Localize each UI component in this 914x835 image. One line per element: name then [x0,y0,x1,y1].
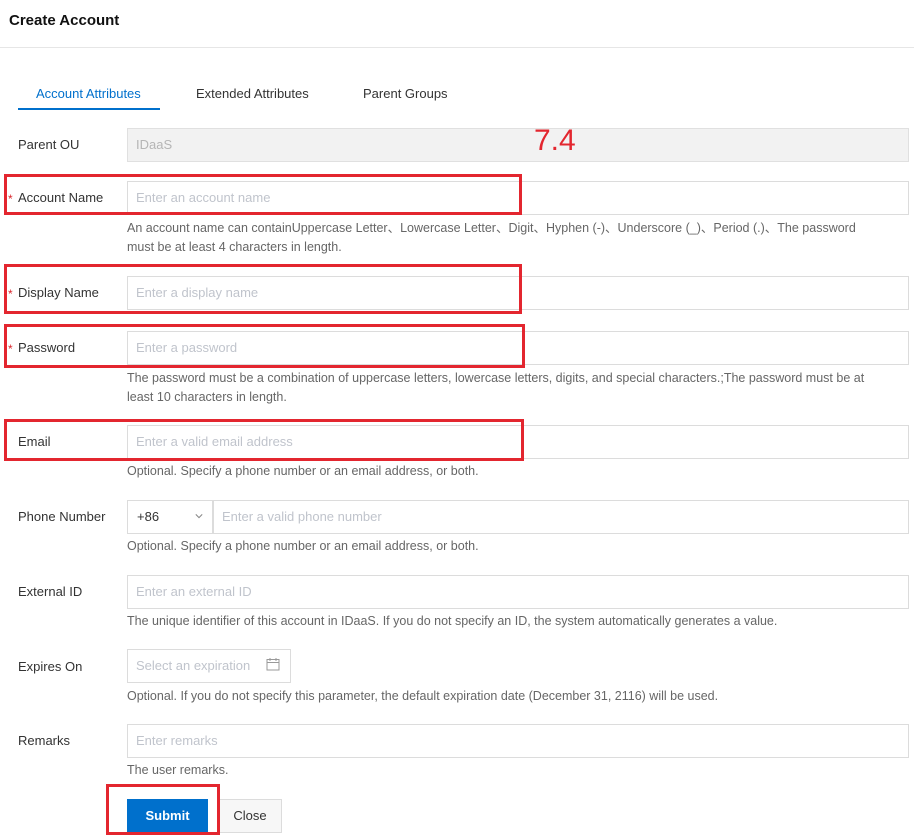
account-name-input[interactable]: Enter an account name [127,181,909,215]
external-id-label: External ID [18,584,83,599]
phone-number-label: Phone Number [18,509,106,524]
tab-parent-groups[interactable]: Parent Groups [363,86,448,101]
email-input[interactable]: Enter a valid email address [127,425,909,459]
header-divider [0,47,914,48]
display-name-label: Display Name [18,285,99,300]
password-input[interactable]: Enter a password [127,331,909,365]
email-help: Optional. Specify a phone number or an e… [127,464,479,478]
parent-ou-field: IDaaS [127,128,909,162]
phone-number-input[interactable]: Enter a valid phone number [213,500,909,534]
expires-on-help: Optional. If you do not specify this par… [127,689,719,703]
account-name-help-line-2: must be at least 4 characters in length. [127,240,342,254]
tab-extended-attributes[interactable]: Extended Attributes [196,86,309,101]
account-name-label: Account Name [18,190,104,205]
account-name-help-line-1: An account name can containUppercase Let… [127,221,856,235]
password-label: Password [18,340,76,355]
email-label: Email [18,434,51,449]
remarks-input[interactable]: Enter remarks [127,724,909,758]
chevron-down-icon [195,514,203,519]
required-mark: * [8,287,13,301]
country-code-select[interactable]: +86 [127,500,213,534]
account-name-help: An account name can containUppercase Let… [127,219,907,257]
country-code-value: +86 [137,509,160,524]
password-help-line-2: least 10 characters in length. [127,390,287,404]
page-title: Create Account [9,12,120,29]
parent-ou-label: Parent OU [18,137,80,152]
submit-button[interactable]: Submit [127,799,208,833]
active-tab-indicator [18,108,160,110]
expires-on-label: Expires On [18,659,83,674]
phone-number-help: Optional. Specify a phone number or an e… [127,539,479,553]
calendar-icon[interactable] [266,657,280,671]
external-id-help: The unique identifier of this account in… [127,614,778,628]
password-help-line-1: The password must be a combination of up… [127,371,865,385]
remarks-label: Remarks [18,733,71,748]
required-mark: * [8,342,13,356]
external-id-input[interactable]: Enter an external ID [127,575,909,609]
annotation-label: 7.4 [534,124,576,157]
remarks-help: The user remarks. [127,763,229,777]
required-mark: * [8,192,13,206]
display-name-input[interactable]: Enter a display name [127,276,909,310]
tab-account-attributes[interactable]: Account Attributes [36,86,141,101]
password-help: The password must be a combination of up… [127,369,907,407]
close-button[interactable]: Close [218,799,282,833]
